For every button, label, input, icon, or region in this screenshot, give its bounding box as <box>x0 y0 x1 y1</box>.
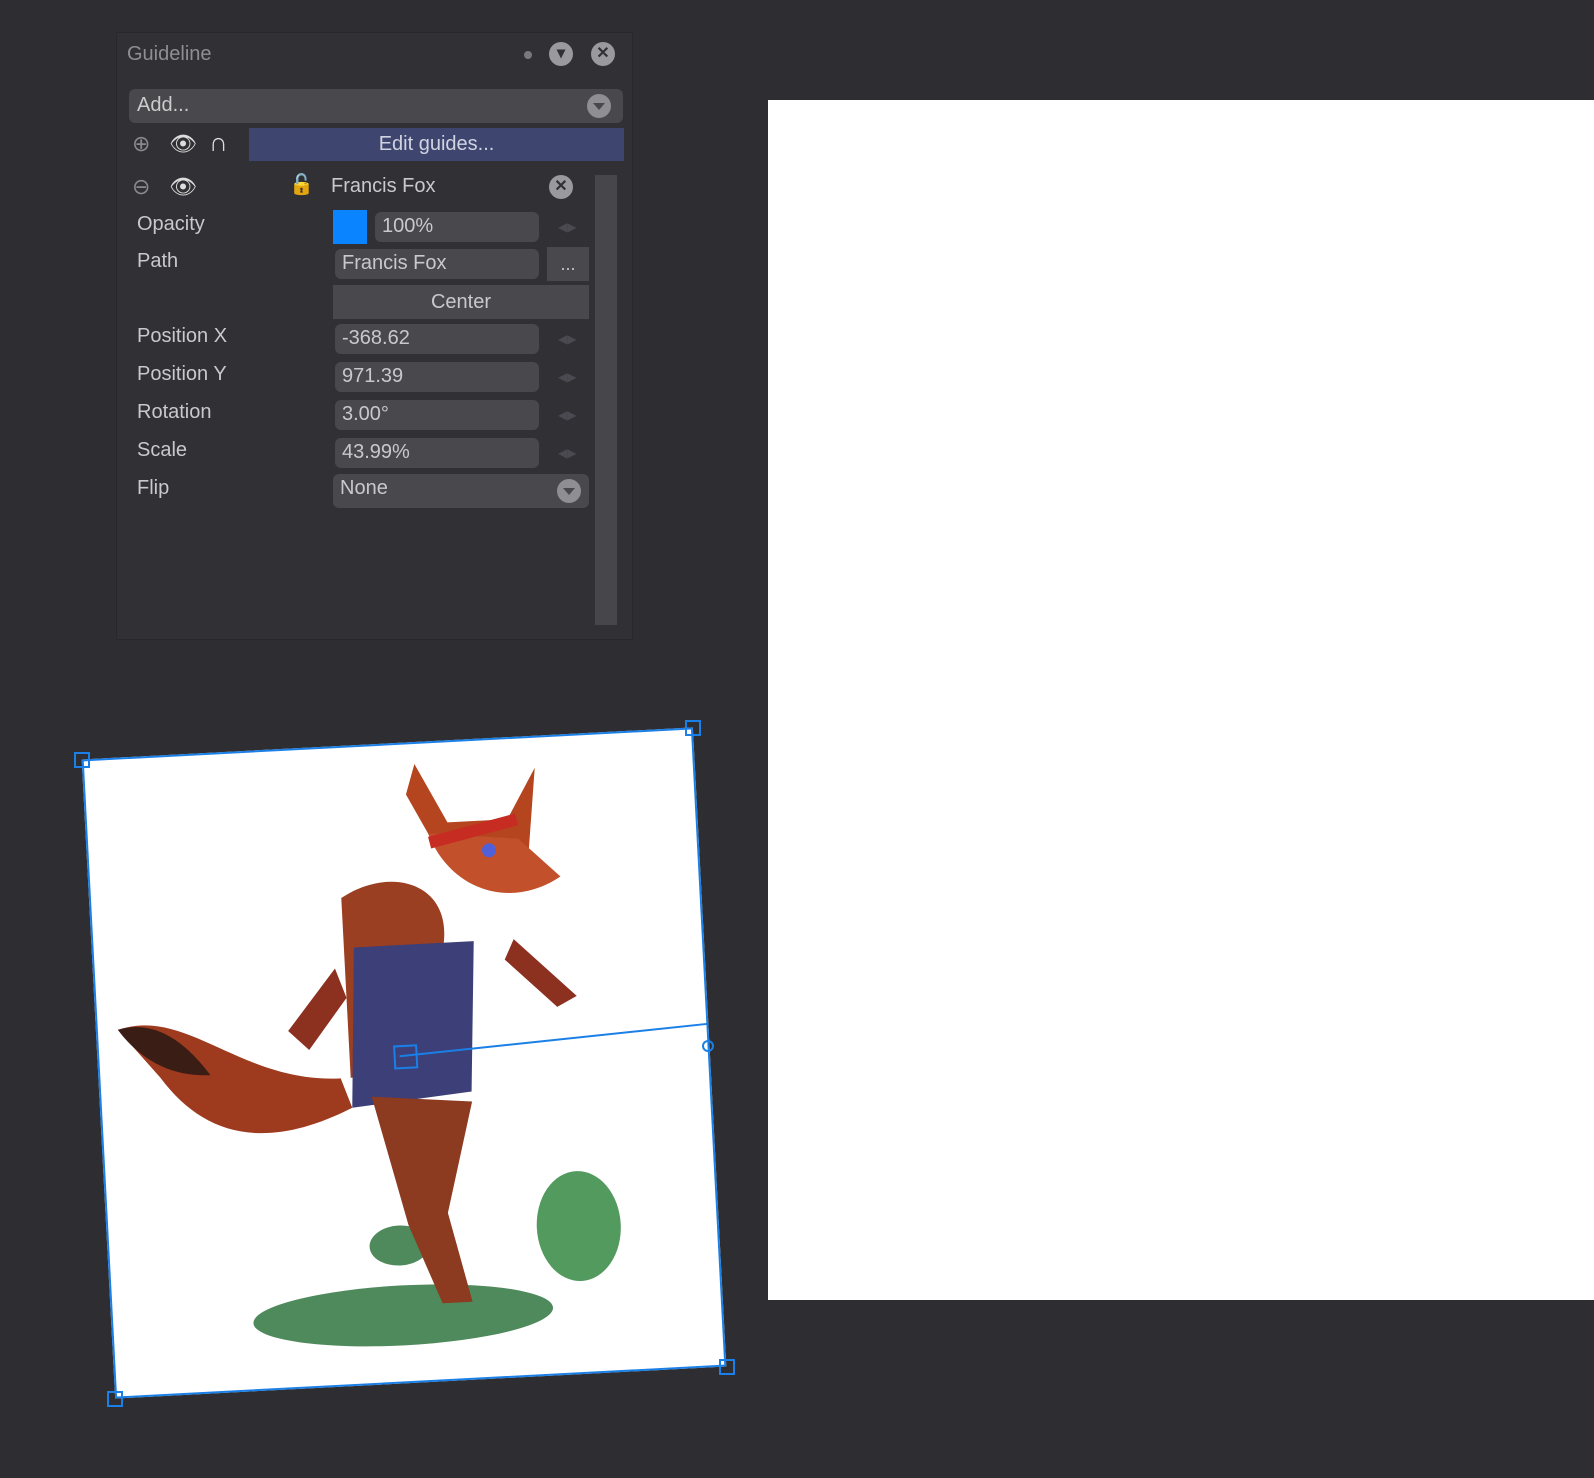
guide-image[interactable] <box>81 727 727 1399</box>
flip-dropdown[interactable]: None <box>333 474 589 508</box>
layer-close-icon[interactable]: ✕ <box>549 175 573 199</box>
guideline-panel: Guideline ▾ ✕ Add... ⊕ 👁 ∩ Edit guides..… <box>116 32 633 640</box>
flip-value: None <box>340 477 388 499</box>
unlock-icon[interactable]: 🔓 <box>289 173 314 197</box>
rotation-spinner-icon[interactable]: ◀▶ <box>558 408 576 422</box>
add-guide-dropdown[interactable]: Add... <box>129 89 623 123</box>
center-button[interactable]: Center <box>333 285 589 319</box>
scale-field[interactable]: 43.99% <box>335 438 539 468</box>
scrollbar[interactable] <box>595 175 617 625</box>
opacity-spinner-icon[interactable]: ◀▶ <box>558 220 576 234</box>
rotation-label: Rotation <box>137 401 212 423</box>
pivot-handle[interactable] <box>393 1044 419 1070</box>
rotation-handle[interactable] <box>702 1040 714 1052</box>
transform-handle-bottom-right[interactable] <box>719 1359 735 1375</box>
chevron-down-icon <box>587 94 611 118</box>
browse-path-button[interactable]: ... <box>547 247 589 281</box>
remove-layer-icon[interactable]: ⊖ <box>132 175 150 199</box>
color-swatch[interactable] <box>333 210 367 244</box>
layer-name: Francis Fox <box>331 175 436 197</box>
magnet-icon[interactable]: ∩ <box>209 129 228 155</box>
flip-label: Flip <box>137 477 170 499</box>
layer-visibility-eye-icon[interactable]: 👁 <box>169 175 197 199</box>
opacity-field[interactable]: 100% <box>375 212 539 242</box>
transform-handle-bottom-left[interactable] <box>107 1391 123 1407</box>
opacity-label: Opacity <box>137 213 205 235</box>
add-layer-icon[interactable]: ⊕ <box>132 132 150 156</box>
position-x-spinner-icon[interactable]: ◀▶ <box>558 332 576 346</box>
position-y-field[interactable]: 971.39 <box>335 362 539 392</box>
panel-menu-icon[interactable]: ▾ <box>549 42 573 66</box>
panel-title: Guideline <box>127 43 212 65</box>
scale-spinner-icon[interactable]: ◀▶ <box>558 446 576 460</box>
add-dropdown-label: Add... <box>137 94 190 116</box>
path-label: Path <box>137 250 179 272</box>
position-y-label: Position Y <box>137 363 227 385</box>
position-y-spinner-icon[interactable]: ◀▶ <box>558 370 576 384</box>
panel-status-dot <box>524 51 532 59</box>
transform-handle-top-left[interactable] <box>74 752 90 768</box>
path-field[interactable]: Francis Fox <box>335 249 539 279</box>
position-x-field[interactable]: -368.62 <box>335 324 539 354</box>
rotation-field[interactable]: 3.00° <box>335 400 539 430</box>
edit-guides-button[interactable]: Edit guides... <box>249 128 624 161</box>
chevron-down-icon <box>557 479 581 503</box>
document-canvas[interactable] <box>768 100 1594 1300</box>
position-x-label: Position X <box>137 325 228 347</box>
transform-handle-top-right[interactable] <box>685 720 701 736</box>
eye-icon[interactable]: 👁 <box>169 132 197 156</box>
scale-label: Scale <box>137 439 188 461</box>
panel-close-icon[interactable]: ✕ <box>591 42 615 66</box>
